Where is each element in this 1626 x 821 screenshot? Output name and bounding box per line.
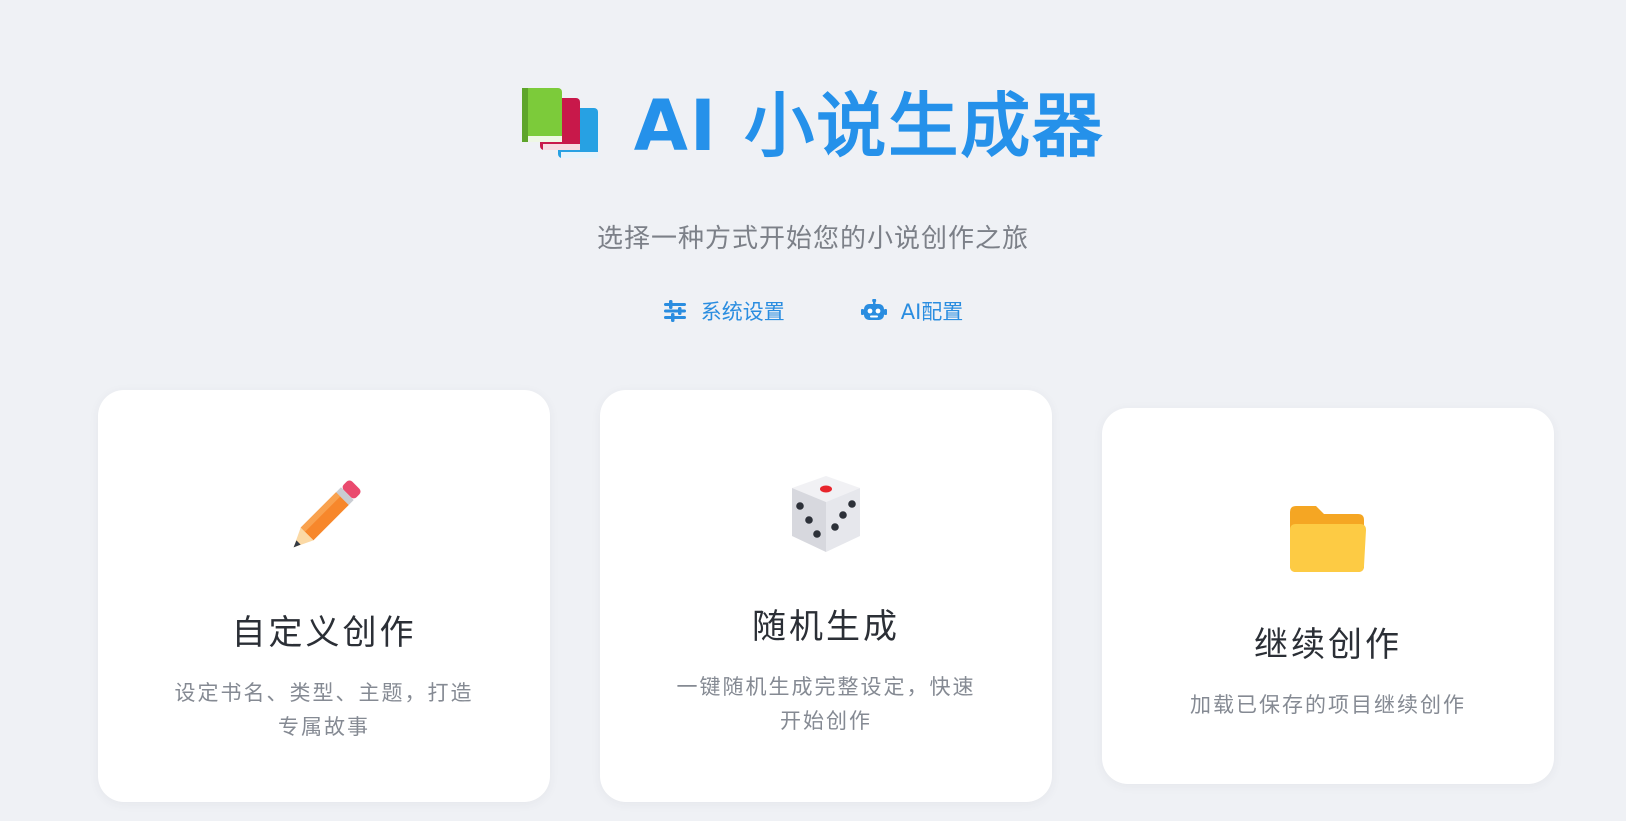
folder-icon: [1288, 504, 1368, 574]
ai-config-label: AI配置: [900, 300, 964, 324]
random-generation-description: 一键随机生成完整设定，快速 开始创作: [666, 670, 986, 738]
description-line: 一键随机生成完整设定，快速: [676, 675, 976, 699]
description-line: 加载已保存的项目继续创作: [1190, 693, 1466, 717]
ai-config-button[interactable]: AI配置: [860, 296, 964, 326]
random-generation-title: 随机生成: [752, 607, 900, 647]
books-icon: [521, 88, 602, 164]
custom-creation-card[interactable]: 自定义创作 设定书名、类型、主题，打造 专属故事: [98, 390, 550, 802]
top-actions: 系统设置 AI配置: [0, 296, 1626, 326]
system-settings-label: 系统设置: [700, 300, 785, 324]
app-header: AI 小说生成器: [0, 88, 1626, 164]
app-page: AI 小说生成器 选择一种方式开始您的小说创作之旅 系统设置 AI配置 自定义创…: [0, 0, 1626, 821]
continue-creation-card[interactable]: 继续创作 加载已保存的项目继续创作: [1102, 408, 1554, 784]
system-settings-button[interactable]: 系统设置: [663, 296, 785, 326]
custom-creation-title: 自定义创作: [231, 613, 417, 653]
description-line: 开始创作: [780, 709, 872, 733]
pencil-icon: [281, 474, 367, 560]
custom-creation-description: 设定书名、类型、主题，打造 专属故事: [164, 676, 484, 744]
app-title: AI 小说生成器: [633, 85, 1105, 167]
continue-creation-title: 继续创作: [1254, 625, 1402, 665]
dice-icon: [788, 474, 864, 554]
description-line: 专属故事: [278, 715, 370, 739]
random-generation-card[interactable]: 随机生成 一键随机生成完整设定，快速 开始创作: [600, 390, 1052, 802]
robot-icon: [860, 299, 887, 323]
continue-creation-description: 加载已保存的项目继续创作: [1168, 688, 1488, 722]
app-subtitle: 选择一种方式开始您的小说创作之旅: [596, 224, 1029, 254]
sliders-icon: [663, 300, 687, 322]
description-line: 设定书名、类型、主题，打造: [174, 681, 474, 705]
